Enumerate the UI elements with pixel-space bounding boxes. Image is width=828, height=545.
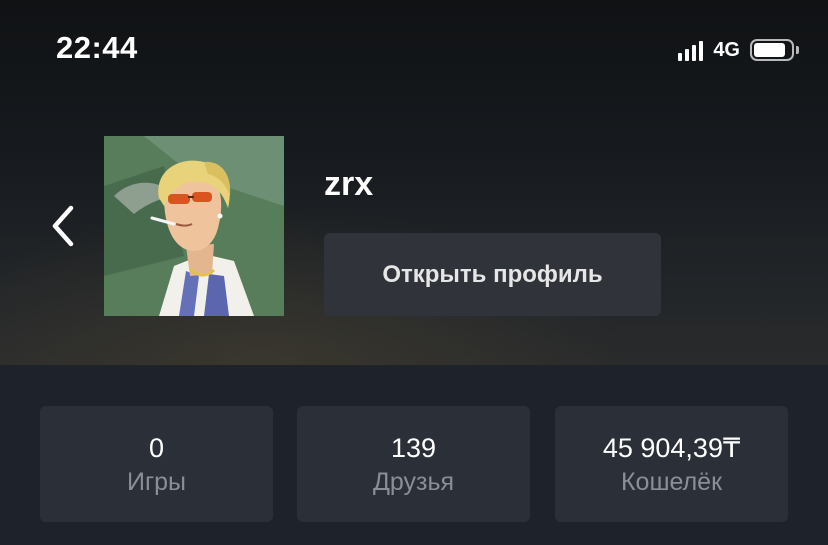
profile-header: 22:44 4G zrx Открыть профиль — [0, 0, 828, 365]
avatar-image — [104, 136, 284, 316]
friends-count: 139 — [390, 433, 437, 463]
wallet-balance: 45 904,39₸ — [602, 433, 741, 463]
wallet-label: Кошелёк — [620, 468, 723, 496]
back-button[interactable] — [40, 200, 84, 252]
battery-level — [754, 43, 785, 57]
wallet-stat-card[interactable]: 45 904,39₸ Кошелёк — [555, 406, 788, 522]
games-stat-card[interactable]: 0 Игры — [40, 406, 273, 522]
games-label: Игры — [127, 468, 186, 496]
username: zrx — [324, 165, 374, 203]
chevron-left-icon — [52, 205, 74, 247]
friends-label: Друзья — [372, 468, 455, 496]
friends-stat-card[interactable]: 139 Друзья — [297, 406, 530, 522]
avatar — [104, 136, 284, 316]
network-type: 4G — [713, 38, 740, 61]
battery-icon — [750, 39, 799, 61]
screen: 22:44 4G zrx Открыть профиль 0 Игры 139 … — [0, 0, 828, 545]
status-indicators: 4G — [678, 36, 799, 64]
open-profile-button[interactable]: Открыть профиль — [324, 233, 661, 316]
games-count: 0 — [148, 433, 165, 463]
signal-icon — [678, 39, 704, 61]
status-time: 22:44 — [56, 30, 138, 65]
